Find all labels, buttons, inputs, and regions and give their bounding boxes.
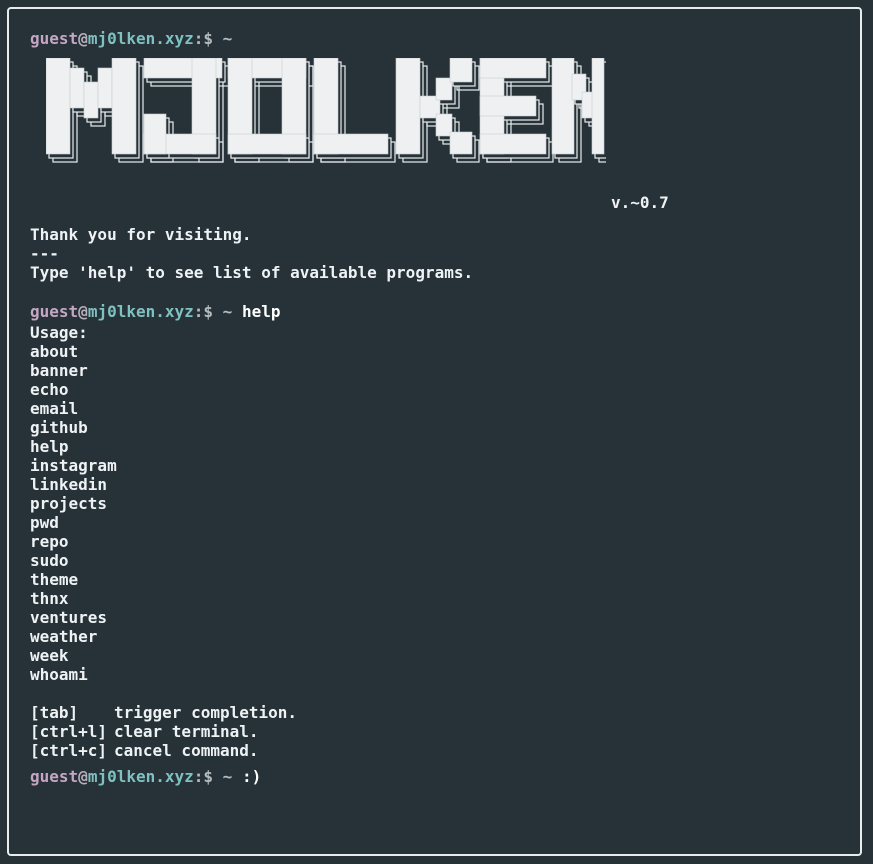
prompt-at: @ xyxy=(78,302,88,321)
program-item: repo xyxy=(30,532,69,551)
prompt-suffix: :$ ~ xyxy=(193,29,233,48)
prompt-user: guest xyxy=(30,767,79,786)
shortcut-key: [tab] xyxy=(30,703,79,722)
program-item: pwd xyxy=(30,513,59,532)
prompt-host: mj0lken.xyz xyxy=(87,302,194,321)
shortcut-row: [tab] trigger completion. xyxy=(30,703,850,722)
prompt-suffix: :$ ~ xyxy=(193,767,233,786)
program-item: email xyxy=(30,399,79,418)
program-item: instagram xyxy=(30,456,117,475)
program-item: github xyxy=(30,418,88,437)
program-item: linkedin xyxy=(30,475,108,494)
program-item: echo xyxy=(30,380,69,399)
prompt-at: @ xyxy=(78,767,88,786)
program-item: projects xyxy=(30,494,108,513)
shortcut-row: [ctrl+l] clear terminal. xyxy=(30,722,850,741)
prompt-line-active[interactable]: guest@mj0lken.xyz:$ ~ :) xyxy=(30,766,850,788)
prompt-line-2: guest@mj0lken.xyz:$ ~ help xyxy=(30,301,850,323)
prompt-suffix: :$ ~ xyxy=(193,302,233,321)
program-item: thnx xyxy=(30,589,69,608)
welcome-thanks: Thank you for visiting. xyxy=(30,225,252,244)
prompt-host: mj0lken.xyz xyxy=(87,29,194,48)
version-label: v.~0.7 xyxy=(611,193,669,212)
program-item: banner xyxy=(30,361,88,380)
shortcut-desc: clear terminal. xyxy=(114,722,259,741)
shortcut-desc: trigger completion. xyxy=(114,703,298,722)
program-item: week xyxy=(30,646,69,665)
banner-logo xyxy=(46,58,606,163)
prompt-host: mj0lken.xyz xyxy=(87,767,194,786)
welcome-hint: Type 'help' to see list of available pro… xyxy=(30,263,474,282)
prompt-at: @ xyxy=(78,29,88,48)
entered-command: help xyxy=(241,302,281,321)
prompt-user: guest xyxy=(30,29,79,48)
program-item: ventures xyxy=(30,608,108,627)
program-item: about xyxy=(30,342,79,361)
shortcut-row: [ctrl+c] cancel command. xyxy=(30,741,850,760)
welcome-separator: --- xyxy=(30,244,59,263)
program-item: sudo xyxy=(30,551,69,570)
program-item: help xyxy=(30,437,69,456)
usage-label: Usage: xyxy=(30,323,88,342)
shortcut-key: [ctrl+c] xyxy=(30,741,108,760)
shortcut-key: [ctrl+l] xyxy=(30,722,108,741)
prompt-line-1: guest@mj0lken.xyz:$ ~ xyxy=(30,28,850,50)
prompt-user: guest xyxy=(30,302,79,321)
command-input[interactable]: :) xyxy=(242,767,261,786)
program-item: weather xyxy=(30,627,98,646)
program-item: theme xyxy=(30,570,79,589)
program-item: whoami xyxy=(30,665,88,684)
ascii-banner: v.~0.7 xyxy=(30,56,850,212)
terminal-output: guest@mj0lken.xyz:$ ~ v.~0.7 Thank you f… xyxy=(30,28,850,788)
shortcut-desc: cancel command. xyxy=(114,741,259,760)
